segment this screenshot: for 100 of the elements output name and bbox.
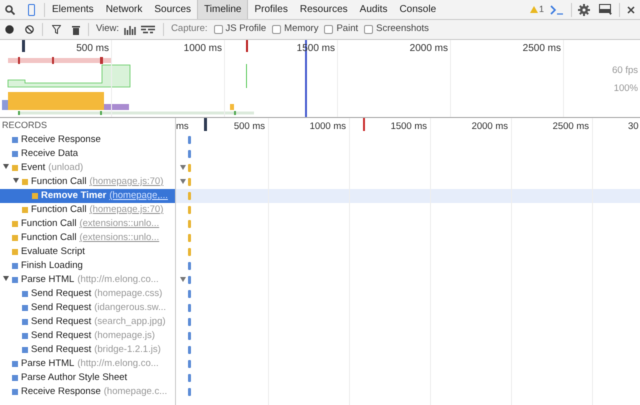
record-detail: (http://m.elong.co...: [77, 272, 159, 287]
record-bar: [188, 276, 191, 284]
expand-arrow-icon: [180, 165, 186, 170]
record-title: Function Call: [21, 230, 76, 245]
checkbox[interactable]: [324, 25, 334, 34]
panel-tab[interactable]: Audits: [354, 0, 394, 19]
record-title: Receive Data: [21, 146, 78, 161]
search-icon[interactable]: [5, 4, 15, 14]
record-detail: (http://m.elong.co...: [77, 356, 159, 371]
record-title: Receive Response: [21, 384, 101, 399]
record-bar: [188, 304, 191, 312]
bar-chart-icon[interactable]: [124, 24, 136, 34]
capture-label: Capture:: [171, 22, 208, 36]
panel-tab[interactable]: Timeline: [197, 0, 248, 19]
checkbox[interactable]: [364, 25, 374, 34]
filter-icon[interactable]: [52, 25, 61, 34]
checkbox-label[interactable]: JS Profile: [226, 22, 266, 37]
record-detail: (homepage.css): [94, 286, 162, 301]
checkbox[interactable]: [214, 25, 222, 34]
record-row[interactable]: Send Request (homepage.js): [0, 329, 175, 343]
expand-arrow-icon[interactable]: [13, 178, 19, 183]
settings-icon[interactable]: [578, 4, 590, 16]
record-bar: [188, 374, 191, 382]
record-row[interactable]: Function Call (homepage.js:70): [0, 203, 175, 217]
record-bar: [188, 318, 191, 326]
record-detail: (bridge-1.2.1.js): [94, 342, 161, 357]
record-bar: [188, 136, 191, 144]
fps-label: 60 fps: [612, 64, 638, 78]
time-marker: [246, 40, 248, 52]
record-row[interactable]: Parse HTML (http://m.elong.co...: [0, 273, 175, 287]
time-tick-label: 2000 ms: [408, 42, 448, 56]
record-bar: [188, 332, 191, 340]
record-bar: [188, 220, 191, 228]
record-bar: [188, 178, 191, 186]
panel-tab[interactable]: Profiles: [248, 0, 294, 19]
record-title: Send Request: [31, 314, 92, 329]
record-detail: (homepage.js): [94, 328, 155, 343]
record-row[interactable]: Event (unload): [0, 161, 175, 175]
record-title: Send Request: [31, 328, 92, 343]
record-row[interactable]: Send Request (bridge-1.2.1.js): [0, 343, 175, 357]
warning-count[interactable]: 1: [538, 2, 544, 16]
record-bar: [188, 192, 191, 200]
record-row[interactable]: Remove Timer (homepage,...: [0, 189, 175, 203]
device-icon[interactable]: [28, 4, 35, 16]
record-row[interactable]: Function Call (extensions::unlo...: [0, 231, 175, 245]
record-bar: [188, 360, 191, 368]
panel-tab[interactable]: Network: [100, 0, 148, 19]
record-bar: [188, 164, 191, 172]
record-title: Function Call: [31, 202, 86, 217]
time-tick-label: ms: [176, 120, 189, 134]
time-tick-label: 500 ms: [75, 42, 109, 56]
record-row[interactable]: Parse Author Style Sheet: [0, 371, 175, 385]
panel-tab[interactable]: Console: [393, 0, 442, 19]
record-title: Parse HTML: [21, 356, 74, 371]
checkbox[interactable]: [272, 25, 282, 34]
record-title: Send Request: [31, 342, 92, 357]
expand-arrow-icon[interactable]: [3, 276, 9, 281]
record-row[interactable]: Send Request (idangerous.sw...: [0, 301, 175, 315]
panel-tab[interactable]: Sources: [148, 0, 198, 19]
record-title: Function Call: [21, 216, 76, 231]
record-title: Parse HTML: [21, 272, 74, 287]
record-row[interactable]: Send Request (search_app.jpg): [0, 315, 175, 329]
record-icon[interactable]: [5, 25, 14, 34]
console-icon[interactable]: [550, 4, 564, 14]
time-tick-label: 2500 ms: [552, 120, 589, 134]
checkbox-label[interactable]: Screenshots: [376, 22, 429, 37]
time-tick-label: 2000 ms: [470, 120, 508, 134]
record-row[interactable]: Receive Response: [0, 133, 175, 147]
record-bar: [188, 206, 191, 214]
cpu-label: 100%: [614, 82, 638, 96]
expand-arrow-icon: [180, 277, 186, 282]
close-icon[interactable]: [627, 6, 635, 14]
record-title: Send Request: [31, 300, 92, 315]
panel-tab[interactable]: Elements: [46, 0, 100, 19]
expand-arrow-icon[interactable]: [3, 164, 9, 169]
record-bar: [188, 248, 191, 256]
record-row[interactable]: Function Call (homepage.js:70): [0, 175, 175, 189]
dock-icon[interactable]: [599, 4, 612, 15]
record-title: Remove Timer: [41, 188, 106, 203]
expand-arrow-icon: [180, 179, 186, 184]
record-title: Evaluate Script: [21, 244, 85, 259]
panel-tab[interactable]: Resources: [294, 0, 354, 19]
record-row[interactable]: Send Request (homepage.css): [0, 287, 175, 301]
records-heading: RECORDS: [1, 119, 48, 132]
checkbox-label[interactable]: Paint: [336, 22, 358, 37]
record-bar: [188, 262, 191, 270]
record-row[interactable]: Function Call (extensions::unlo...: [0, 217, 175, 231]
time-tick-label: 1000 ms: [308, 120, 346, 134]
record-row[interactable]: Parse HTML (http://m.elong.co...: [0, 357, 175, 371]
checkbox-label[interactable]: Memory: [284, 22, 318, 37]
trash-icon[interactable]: [72, 24, 80, 34]
record-row[interactable]: Evaluate Script: [0, 245, 175, 259]
clear-icon[interactable]: [25, 25, 34, 34]
time-tick-label: 500 ms: [232, 120, 265, 134]
record-row[interactable]: Receive Data: [0, 147, 175, 161]
record-title: Function Call: [31, 174, 86, 189]
record-row[interactable]: Receive Response (homepage.c...: [0, 385, 175, 399]
flame-chart-icon[interactable]: [141, 25, 156, 34]
warning-icon: [530, 6, 538, 13]
record-row[interactable]: Finish Loading: [0, 259, 175, 273]
